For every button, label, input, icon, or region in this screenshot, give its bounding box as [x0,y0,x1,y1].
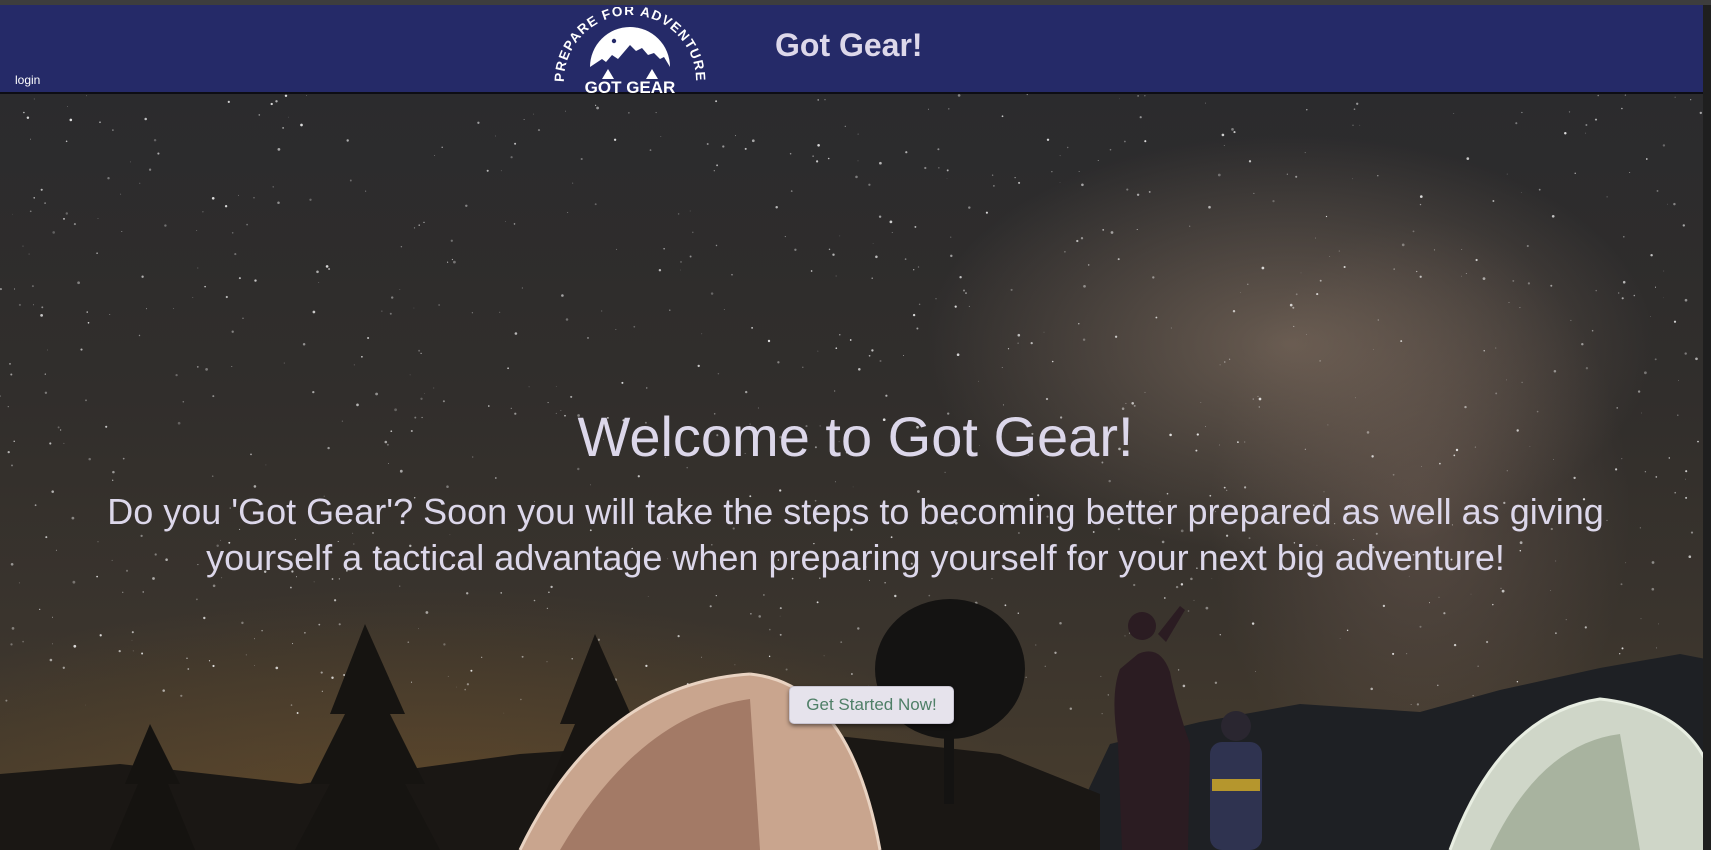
campsite-scenery [0,599,1711,850]
got-gear-logo[interactable]: PREPARE FOR ADVENTURE GOT GEAR [550,7,710,95]
get-started-button[interactable]: Get Started Now! [789,686,954,724]
hero-title: Welcome to Got Gear! [577,405,1134,468]
login-link[interactable]: login [15,73,40,87]
mountain-camp-logo-icon [590,27,670,79]
hero-section: Welcome to Got Gear! Do you 'Got Gear'? … [0,94,1711,850]
page-scrollbar[interactable] [1703,5,1711,850]
hero-description: Do you 'Got Gear'? Soon you will take th… [107,491,1604,578]
site-header: login PREPARE FOR ADVENTURE GOT GEAR Got… [0,5,1711,95]
logo-brand-text: GOT GEAR [585,78,676,95]
site-title: Got Gear! [775,27,923,63]
